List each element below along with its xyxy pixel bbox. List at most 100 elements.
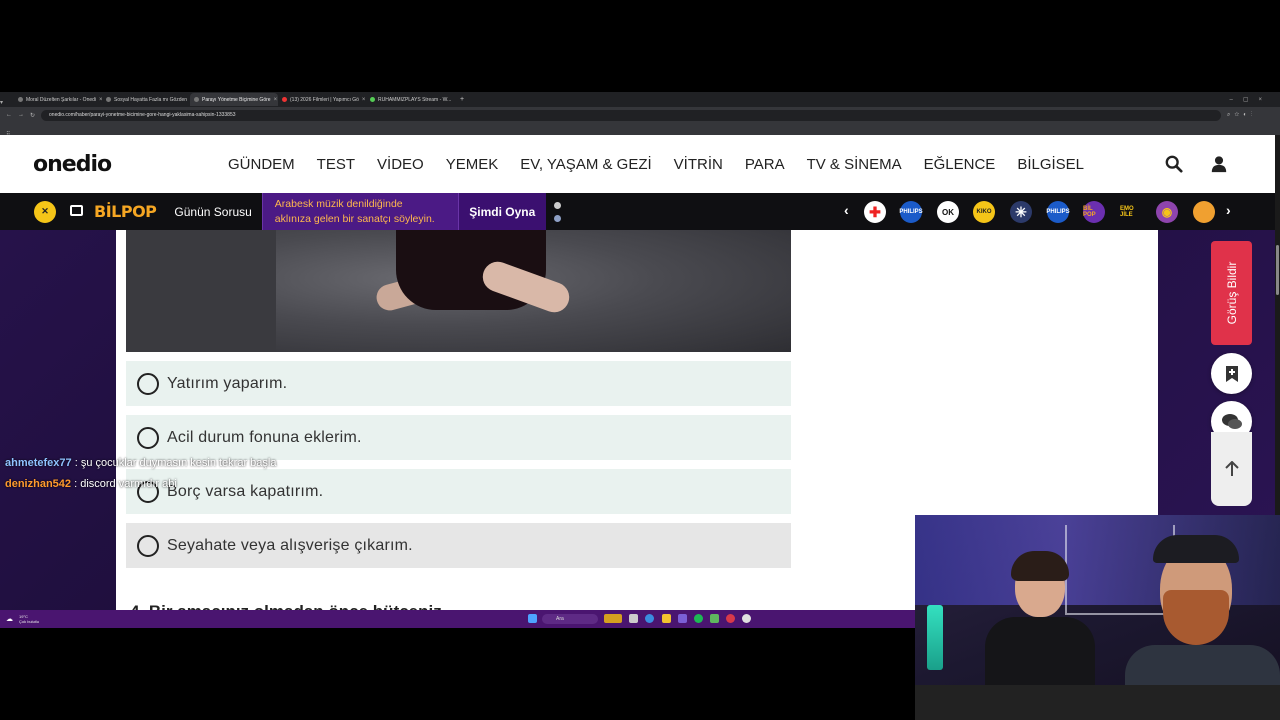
taskview-icon[interactable] xyxy=(629,614,638,623)
webcam-shape xyxy=(1163,590,1229,645)
browser-tab-bar: ▾ Moral Düzelten Şarkılar - Onedi × Sosya… xyxy=(0,92,1280,107)
browser-actions[interactable]: ⌕☆◐⋮ xyxy=(1227,112,1256,119)
youtube-favicon-icon xyxy=(282,97,287,102)
radio-button[interactable] xyxy=(137,534,159,557)
nav-video[interactable]: VİDEO xyxy=(366,156,435,173)
quiz-option[interactable]: Yatırım yaparım. xyxy=(126,361,791,406)
nav-eglence[interactable]: EĞLENCE xyxy=(913,156,1007,173)
chevron-right-icon[interactable]: › xyxy=(1226,202,1231,218)
app-icon[interactable] xyxy=(678,614,687,623)
nav-ev-yasam-gezi[interactable]: EV, YAŞAM & GEZİ xyxy=(509,156,662,173)
weather-widget[interactable]: 19°C Çok bulutlu xyxy=(19,614,39,624)
browser-tab-active[interactable]: Parayı Yönetme Biçimine Göre × xyxy=(190,93,278,106)
browser-tab[interactable]: RUHAMMIZPLAYS Stream - W...× xyxy=(366,93,454,106)
news-icon[interactable] xyxy=(70,205,83,216)
user-icon[interactable] xyxy=(1210,155,1228,173)
url-field[interactable]: onedio.com/haber/parayi-yonetme-bicimine… xyxy=(41,109,1222,121)
chat-username: denizhan542 xyxy=(5,478,72,490)
nav-test[interactable]: TEST xyxy=(306,156,366,173)
chevron-left-icon[interactable]: ‹ xyxy=(844,202,849,218)
option-label: Yatırım yaparım. xyxy=(167,374,288,392)
scroll-top-button[interactable] xyxy=(1211,432,1252,506)
brand-icon[interactable]: ✳ xyxy=(1010,201,1032,223)
chat-text: : discord varmıdır abi xyxy=(74,478,177,490)
bookmarks-bar: ⠿ xyxy=(0,123,1280,138)
browser-tab[interactable]: (13) 2026 Filmleri | Yapımcı Gö × xyxy=(278,93,366,106)
brand-icon[interactable]: PHILIPS xyxy=(1046,201,1070,223)
bookmark-add-button[interactable] xyxy=(1211,353,1252,394)
quiz-option[interactable]: Acil durum fonuna eklerim. xyxy=(126,415,791,460)
image-shape xyxy=(126,230,276,352)
chrome-icon[interactable] xyxy=(742,614,751,623)
favicon-icon xyxy=(194,97,199,102)
webcam-shape xyxy=(1153,535,1239,563)
tab-title: Moral Düzelten Şarkılar - Onedi xyxy=(26,96,97,103)
nav-gundem[interactable]: GÜNDEM xyxy=(217,156,306,173)
brand-icon[interactable]: OK xyxy=(937,201,959,223)
close-tab-icon[interactable]: × xyxy=(362,97,366,103)
address-bar-row: ← → ↻ onedio.com/haber/parayi-yonetme-bi… xyxy=(0,107,1280,123)
feedback-button[interactable]: Görüş Bildir xyxy=(1211,241,1252,345)
reload-icon[interactable]: ↻ xyxy=(30,112,35,119)
main-nav: GÜNDEM TEST VİDEO YEMEK EV, YAŞAM & GEZİ… xyxy=(217,156,1095,173)
nav-yemek[interactable]: YEMEK xyxy=(435,156,510,173)
game-icon[interactable]: ✕ xyxy=(34,200,56,223)
webcam-shape xyxy=(927,605,943,670)
window-controls[interactable]: –▢× xyxy=(1229,96,1280,103)
chat-message: denizhan542 : discord varmıdır abi xyxy=(5,478,177,490)
nav-para[interactable]: PARA xyxy=(734,156,796,173)
back-icon[interactable]: ← xyxy=(6,112,12,118)
play-now-button[interactable]: Şimdi Oyna xyxy=(457,193,546,230)
forward-icon[interactable]: → xyxy=(18,112,24,118)
tab-title: Sosyal Hayatta Fazla mı Gözden xyxy=(114,96,188,103)
webcam-feed xyxy=(915,515,1280,720)
nav-tv-sinema[interactable]: TV & SİNEMA xyxy=(796,156,913,173)
radio-button[interactable] xyxy=(137,372,159,395)
dot[interactable] xyxy=(553,214,561,222)
brand-icon[interactable]: PHILIPS xyxy=(899,201,923,223)
folder-icon[interactable] xyxy=(662,614,671,623)
comments-icon xyxy=(1221,413,1242,429)
quiz-option[interactable]: Borç varsa kapatırım. xyxy=(126,469,791,514)
start-icon[interactable] xyxy=(528,614,537,623)
dot[interactable] xyxy=(553,201,561,209)
search-icon[interactable] xyxy=(1165,155,1183,173)
radio-button[interactable] xyxy=(137,426,159,449)
taskbar-search[interactable]: Ara xyxy=(542,614,598,624)
question-line: Arabesk müzik denildiğinde xyxy=(274,198,403,210)
taskbar: ☁ 19°C Çok bulutlu Ara xyxy=(0,610,915,628)
scrollbar-thumb[interactable] xyxy=(1276,245,1279,295)
nav-vitrin[interactable]: VİTRİN xyxy=(663,156,734,173)
screen: ▾ Moral Düzelten Şarkılar - Onedi × Sosya… xyxy=(0,0,1280,720)
tab-menu-icon[interactable]: ▾ xyxy=(0,91,14,109)
favicon-icon xyxy=(106,97,111,102)
quiz-option-hovered[interactable]: Seyahate veya alışverişe çıkarım. xyxy=(126,523,791,568)
bookmark-plus-icon xyxy=(1225,365,1238,382)
edge-icon[interactable] xyxy=(645,614,654,623)
brand-icon[interactable]: ✚ xyxy=(864,201,886,223)
brand-icon[interactable] xyxy=(1193,201,1215,223)
daily-question[interactable]: Arabesk müzik denildiğinde aklınıza gele… xyxy=(261,193,458,230)
new-tab-button[interactable]: + xyxy=(460,96,464,103)
browser-tab[interactable]: Moral Düzelten Şarkılar - Onedi × xyxy=(14,93,102,106)
app-icon[interactable] xyxy=(710,614,719,623)
chat-text: : şu çocuklar duymasın kesin tekrar başl… xyxy=(74,457,277,469)
browser-tab[interactable]: Sosyal Hayatta Fazla mı Gözden× xyxy=(102,93,190,106)
tab-title: Parayı Yönetme Biçimine Göre xyxy=(202,96,271,103)
brand-icon[interactable]: BİL POP xyxy=(1083,201,1105,223)
webcam-shape xyxy=(915,685,1280,720)
app-icon[interactable] xyxy=(726,614,735,623)
spotify-icon[interactable] xyxy=(694,614,703,623)
close-tab-icon[interactable]: × xyxy=(274,97,278,103)
carousel-dots[interactable] xyxy=(553,201,561,222)
brand-icon[interactable]: EMO JİLE xyxy=(1120,201,1142,223)
site-logo[interactable]: onedio xyxy=(33,152,183,177)
brand-icon[interactable]: ◉ xyxy=(1156,201,1178,223)
bilpop-logo[interactable]: BİLPOP xyxy=(94,202,157,221)
brand-icon[interactable]: KIKO xyxy=(973,201,995,223)
nav-bilgisel[interactable]: BİLGİSEL xyxy=(1006,156,1095,173)
question-image xyxy=(126,230,791,352)
search-label: Ara xyxy=(556,616,564,622)
widget-icon[interactable] xyxy=(604,614,622,623)
favicon-icon xyxy=(18,97,23,102)
